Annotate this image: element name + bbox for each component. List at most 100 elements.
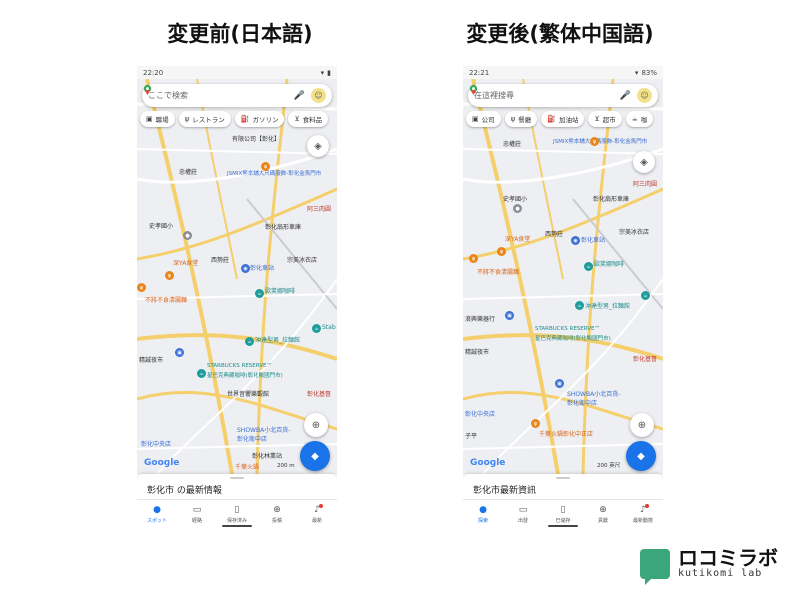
my-location-button[interactable]: ⊕: [630, 413, 654, 437]
place-pin-icon[interactable]: ●: [183, 231, 192, 240]
map-label[interactable]: 歐笑娜咖啡: [265, 286, 295, 295]
nav-contribute[interactable]: ⊕ 貢獻: [583, 500, 623, 528]
shop-pin-icon[interactable]: ☕: [197, 369, 206, 378]
chip-work[interactable]: ▣ 公司: [466, 111, 501, 127]
restaurant-pin-icon[interactable]: ψ: [261, 162, 270, 171]
restaurant-pin-icon[interactable]: ψ: [590, 137, 599, 146]
map-label[interactable]: 宗美冰衣店: [287, 255, 317, 264]
map-label[interactable]: 精誠夜市: [465, 347, 489, 356]
shop-pin-icon[interactable]: ▣: [175, 348, 184, 357]
layers-button[interactable]: ◈: [307, 135, 329, 157]
map-label[interactable]: SHOWBA小北百貨-彰化衛中店: [567, 389, 622, 407]
map-label[interactable]: 星巴克典藏咖啡(彰化鴨國門市): [535, 334, 611, 342]
my-location-button[interactable]: ⊕: [304, 413, 328, 437]
sheet-handle[interactable]: [230, 477, 244, 479]
bottom-sheet[interactable]: 彰化市最新資訊: [463, 474, 663, 499]
phone-before: 22:20 ▾ ▮ ここで検索 🎤 ☺ ▣ 職場 ψ レストラン ⛽ ガソリン …: [137, 66, 337, 528]
transit-pin-icon[interactable]: ◉: [241, 264, 250, 273]
map-label[interactable]: 精誠夜市: [139, 355, 163, 364]
sheet-handle[interactable]: [556, 477, 570, 479]
map-label[interactable]: 深YA食堂: [173, 258, 198, 267]
wifi-icon: ▾: [320, 68, 325, 77]
map-label[interactable]: 浪興樂器行: [465, 314, 495, 323]
restaurant-pin-icon[interactable]: ψ: [497, 247, 506, 256]
map-label[interactable]: 阿三肉圓: [307, 204, 331, 213]
chip-grocery[interactable]: ⊻ 超市: [588, 111, 622, 127]
map-label[interactable]: 世界音響樂觀館: [227, 389, 269, 398]
nav-saved[interactable]: ▯ 已儲存: [543, 500, 583, 528]
map-label[interactable]: Stab: [322, 324, 336, 331]
map-label[interactable]: 彰化扇形車庫: [265, 222, 301, 231]
map-label[interactable]: 有限公司【彰化】: [232, 134, 280, 143]
nav-explore[interactable]: ● スポット: [137, 500, 177, 528]
map-label[interactable]: 彰化車站: [581, 235, 605, 244]
map-label[interactable]: JSMIX熊本舖大尺碼服飾-彰化金馬門市: [553, 137, 647, 145]
restaurant-pin-icon[interactable]: ψ: [531, 419, 540, 428]
chip-gas[interactable]: ⛽ 加油站: [541, 111, 585, 127]
nav-go[interactable]: ▭ 出發: [503, 500, 543, 528]
map-label[interactable]: 不將不食清腸麵: [145, 295, 187, 304]
search-bar[interactable]: ここで検索 🎤 ☺: [142, 84, 332, 107]
map-label[interactable]: 彰化基督: [307, 389, 331, 398]
map-label[interactable]: 歐笑娜咖啡: [594, 259, 624, 268]
map-label[interactable]: 星巴克典藏咖啡(彰化鴨國門市): [207, 371, 283, 379]
map-label[interactable]: STARBUCKS RESERVE™: [207, 363, 272, 369]
shop-pin-icon[interactable]: ▣: [555, 379, 564, 388]
map-label[interactable]: 彰化林業站: [252, 451, 282, 460]
restaurant-pin-icon[interactable]: ψ: [469, 254, 478, 263]
cafe-pin-icon[interactable]: ☕: [312, 324, 321, 333]
cafe-pin-icon[interactable]: ☕: [245, 337, 254, 346]
nav-updates[interactable]: ♪ 最新動態: [623, 500, 663, 528]
map-label[interactable]: 宗美冰衣店: [619, 227, 649, 236]
avatar[interactable]: ☺: [311, 88, 326, 103]
cafe-pin-icon[interactable]: ☕: [575, 301, 584, 310]
search-bar[interactable]: 在這裡搜尋 🎤 ☺: [468, 84, 658, 107]
bottom-sheet[interactable]: 彰化市 の最新情報: [137, 474, 337, 499]
shop-pin-icon[interactable]: ▣: [505, 311, 514, 320]
nav-explore[interactable]: ● 探索: [463, 500, 503, 528]
nav-updates[interactable]: ♪ 最新: [297, 500, 337, 528]
map-view[interactable]: ここで検索 🎤 ☺ ▣ 職場 ψ レストラン ⛽ ガソリン ⊻ 食料品 ◈ 有限公司【彰…: [137, 79, 337, 474]
nav-contribute[interactable]: ⊕ 投稿: [257, 500, 297, 528]
mic-icon[interactable]: 🎤: [620, 91, 631, 101]
nav-go[interactable]: ▭ 経路: [177, 500, 217, 528]
chip-work[interactable]: ▣ 職場: [140, 111, 175, 127]
avatar[interactable]: ☺: [637, 88, 652, 103]
map-label[interactable]: 千葉火鍋: [235, 462, 259, 471]
map-label[interactable]: 沖達型男_拉麵館: [255, 335, 300, 344]
directions-button[interactable]: ◆: [626, 441, 656, 471]
map-label: 史孝國小: [149, 223, 174, 230]
map-label[interactable]: SHOWBA小北百貨-彰化衛中店: [237, 425, 292, 443]
chip-coffee[interactable]: ☕ 咖: [625, 111, 654, 127]
layers-button[interactable]: ◈: [633, 151, 655, 173]
search-input[interactable]: 在這裡搜尋: [474, 90, 620, 101]
map-label[interactable]: STARBUCKS RESERVE™: [535, 326, 600, 332]
map-label[interactable]: 深YA食堂: [505, 234, 530, 243]
map-label[interactable]: 阿三肉圓: [633, 179, 657, 188]
map-view[interactable]: 在這裡搜尋 🎤 ☺ ▣ 公司 ψ 餐廳 ⛽ 加油站 ⊻ 超市 ☕ 咖 ◈ JSMIX熊本舖…: [463, 79, 663, 474]
chip-grocery[interactable]: ⊻ 食料品: [288, 111, 329, 127]
restaurant-pin-icon[interactable]: ψ: [165, 271, 174, 280]
cafe-pin-icon[interactable]: ☕: [255, 289, 264, 298]
map-label[interactable]: 千葉火鍋彰化中正店: [539, 429, 593, 438]
map-label[interactable]: JSMIX熊本舖大尺碼服飾-彰化金馬門市: [227, 169, 321, 177]
chip-restaurant[interactable]: ψ 餐廳: [504, 111, 538, 127]
search-input[interactable]: ここで検索: [148, 90, 294, 101]
transit-pin-icon[interactable]: ◉: [571, 236, 580, 245]
chip-restaurant[interactable]: ψ レストラン: [178, 111, 231, 127]
cafe-pin-icon[interactable]: ☕: [641, 291, 650, 300]
map-label[interactable]: 彰化中央店: [141, 439, 171, 448]
nav-saved[interactable]: ▯ 保存済み: [217, 500, 257, 528]
cafe-pin-icon[interactable]: ☕: [584, 262, 593, 271]
map-label[interactable]: 彰化中央店: [465, 409, 495, 418]
directions-button[interactable]: ◆: [300, 441, 330, 471]
map-label[interactable]: 沖達型男_拉麵館: [585, 301, 630, 310]
restaurant-pin-icon[interactable]: ψ: [137, 283, 146, 292]
map-label[interactable]: 彰化車站: [250, 263, 274, 272]
place-pin-icon[interactable]: ●: [513, 204, 522, 213]
map-label[interactable]: 彰化扇形車庫: [593, 194, 629, 203]
map-label[interactable]: 彰化基督: [633, 354, 657, 363]
mic-icon[interactable]: 🎤: [294, 91, 305, 101]
map-label[interactable]: 不將不食清腸麵: [477, 267, 519, 276]
chip-gas[interactable]: ⛽ ガソリン: [234, 111, 285, 127]
